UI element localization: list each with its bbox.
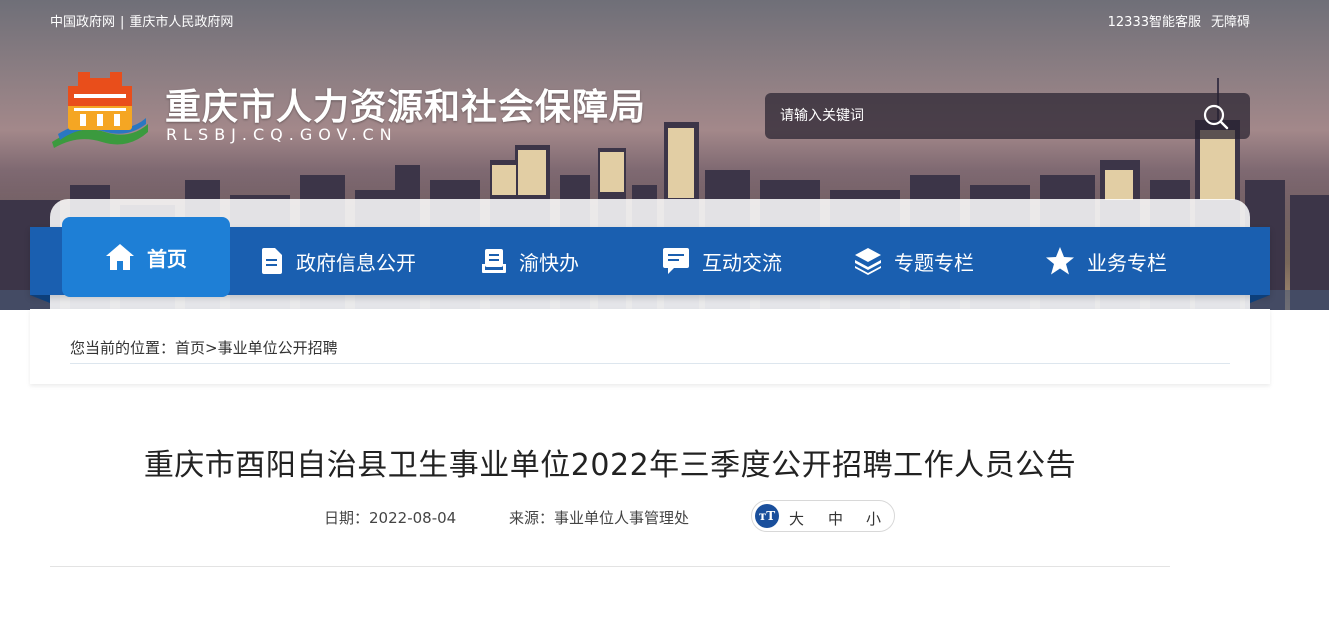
link-accessibility[interactable]: 无障碍 [1211,15,1250,30]
article-title: 重庆市酉阳自治县卫生事业单位2022年三季度公开招聘工作人员公告 [143,448,1077,483]
document-icon [262,248,282,274]
nav-item-special-topics[interactable]: 专题专栏 [854,227,974,295]
nav-label-special-topics: 专题专栏 [894,250,974,275]
home-icon [106,244,134,270]
main-nav: 首页 政府信息公开 渝快办 互动交流 专题专栏 业务专栏 [30,217,1270,303]
article-date: 日期：2022-08-04 [324,507,456,528]
font-size-switcher: тT 大 中 小 [751,500,895,532]
chat-icon [663,248,689,274]
breadcrumb-home-link[interactable]: 首页 [175,339,205,357]
site-title[interactable]: 重庆市人力资源和社会保障局 [165,78,646,130]
nav-item-home[interactable]: 首页 [62,217,230,297]
source-label: 来源： [509,509,555,527]
font-size-small[interactable]: 小 [866,508,881,529]
nav-label-interaction: 互动交流 [702,250,782,275]
nav-item-business[interactable]: 业务专栏 [1045,227,1167,295]
nav-label-business: 业务专栏 [1087,250,1167,275]
font-size-icon: тT [755,504,779,528]
article-source: 来源：事业单位人事管理处 [509,507,689,528]
search-input[interactable] [765,93,1185,139]
breadcrumb-category-link[interactable]: 事业单位公开招聘 [218,339,338,357]
nav-label-yukuaiban: 渝快办 [519,250,579,275]
breadcrumb: 您当前的位置：首页>事业单位公开招聘 [70,337,1230,364]
date-label: 日期： [324,509,370,527]
font-size-medium[interactable]: 中 [828,508,843,529]
nav-item-yukuaiban[interactable]: 渝快办 [481,227,579,295]
layers-icon [855,248,881,275]
site-domain: RLSBJ.CQ.GOV.CN [166,125,398,144]
top-links-left: 中国政府网 | 重庆市人民政府网 [50,11,233,30]
site-logo-icon [52,72,148,148]
breadcrumb-separator: > [205,339,218,357]
star-icon [1046,247,1074,275]
source-value: 事业单位人事管理处 [554,509,690,527]
clipboard-icon [482,249,506,273]
search-box [765,93,1250,139]
breadcrumb-container: 您当前的位置：首页>事业单位公开招聘 [30,309,1270,384]
nav-label-home: 首页 [147,246,187,271]
nav-label-gov-info: 政府信息公开 [296,250,416,275]
font-size-large[interactable]: 大 [789,508,804,529]
top-links-right: 12333智能客服 无障碍 [1108,11,1250,30]
nav-item-interaction[interactable]: 互动交流 [662,227,782,295]
breadcrumb-prefix: 您当前的位置： [70,339,176,357]
search-icon[interactable] [1202,103,1230,131]
date-value: 2022-08-04 [369,509,457,527]
top-links-separator: | [120,15,125,30]
link-12333-service[interactable]: 12333智能客服 [1108,15,1201,30]
link-gov-cn[interactable]: 中国政府网 [50,15,115,30]
article-divider [50,566,1170,567]
nav-item-gov-info[interactable]: 政府信息公开 [260,227,416,295]
link-cq-gov[interactable]: 重庆市人民政府网 [129,15,233,30]
